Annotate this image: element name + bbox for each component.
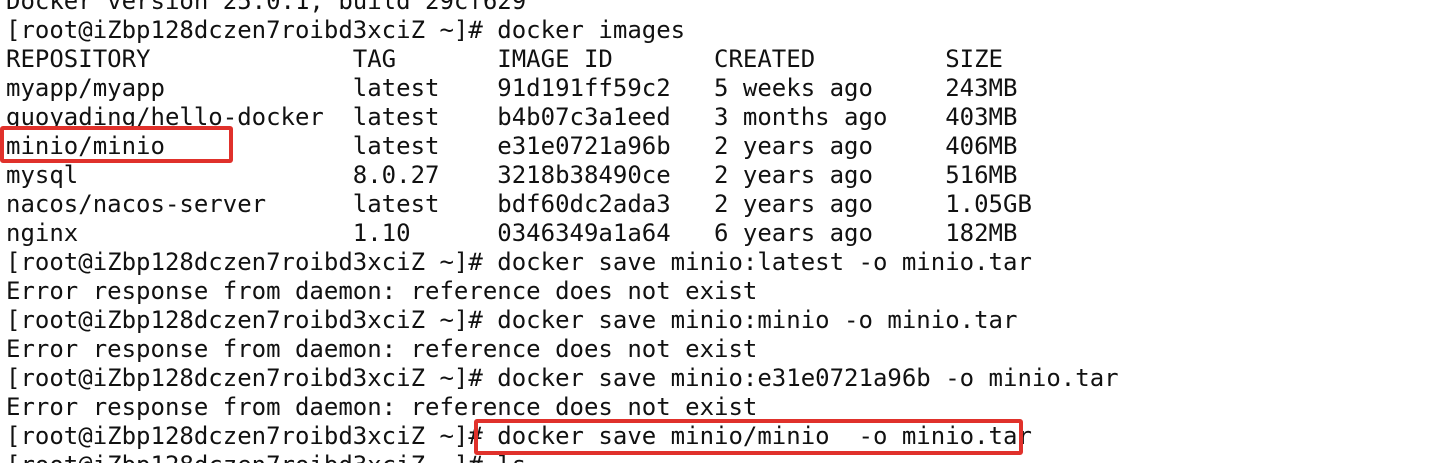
terminal-output: Docker version 25.0.1, build 29cf629 [ro… [6, 0, 1119, 463]
images-table-row: mysql 8.0.27 3218b38490ce 2 years ago 51… [6, 161, 1018, 189]
terminal-line-version: Docker version 25.0.1, build 29cf629 [6, 0, 527, 15]
images-table-header: REPOSITORY TAG IMAGE ID CREATED SIZE [6, 45, 1003, 73]
terminal-line-error: Error response from daemon: reference do… [6, 335, 758, 363]
images-table-row: nacos/nacos-server latest bdf60dc2ada3 2… [6, 190, 1032, 218]
terminal-line-prompt-images: [root@iZbp128dczen7roibd3xciZ ~]# docker… [6, 16, 686, 44]
terminal-window[interactable]: Docker version 25.0.1, build 29cf629 [ro… [0, 0, 1431, 463]
terminal-line-prompt-save: [root@iZbp128dczen7roibd3xciZ ~]# docker… [6, 248, 1032, 276]
highlight-box-save-command [474, 419, 1023, 455]
images-table-row: myapp/myapp latest 91d191ff59c2 5 weeks … [6, 74, 1018, 102]
terminal-line-error: Error response from daemon: reference do… [6, 277, 758, 305]
images-table-row: nginx 1.10 0346349a1a64 6 years ago 182M… [6, 219, 1018, 247]
terminal-line-prompt-save: [root@iZbp128dczen7roibd3xciZ ~]# docker… [6, 306, 1018, 334]
terminal-line-error: Error response from daemon: reference do… [6, 393, 758, 421]
highlight-box-minio-repository [0, 126, 233, 163]
terminal-line-prompt-save: [root@iZbp128dczen7roibd3xciZ ~]# docker… [6, 364, 1119, 392]
